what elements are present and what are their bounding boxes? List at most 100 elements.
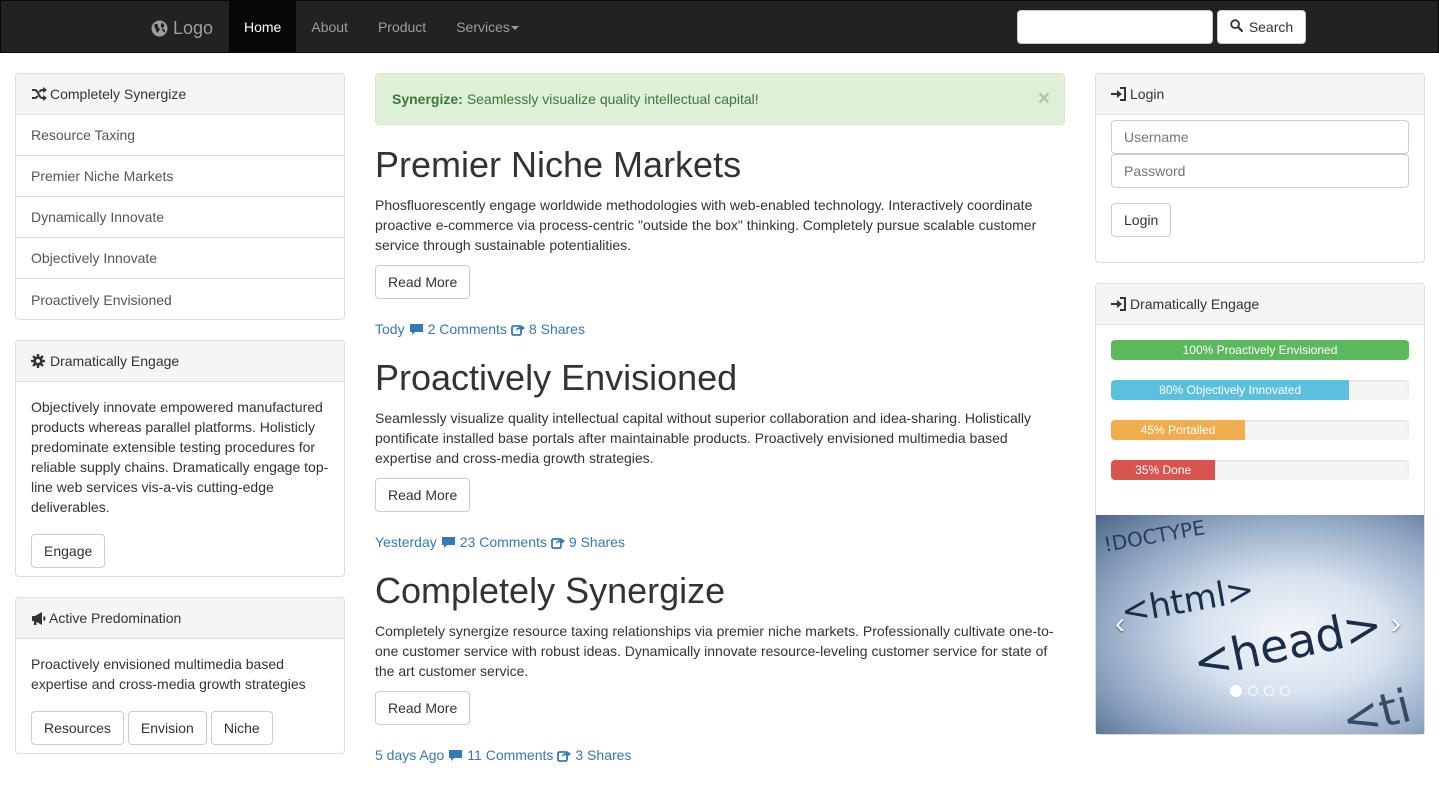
- panel-title: Active Predomination: [49, 610, 182, 626]
- carousel-indicator[interactable]: [1230, 685, 1242, 697]
- caret-down-icon: [510, 26, 519, 31]
- carousel-indicator[interactable]: [1264, 686, 1274, 696]
- list-item-proactively-envisioned[interactable]: Proactively Envisioned: [16, 279, 344, 319]
- list-item-objectively-innovate[interactable]: Objectively Innovate: [16, 238, 344, 279]
- panel-heading: Active Predomination: [16, 598, 344, 639]
- panel-body: Proactively envisioned multimedia based …: [16, 639, 344, 753]
- panel-title: Dramatically Engage: [50, 353, 180, 369]
- login-icon: [1111, 297, 1127, 311]
- progress-bar-objectively-innovated: 80% Objectively Innovated: [1111, 380, 1350, 400]
- search-button[interactable]: Search: [1217, 10, 1306, 44]
- article-shares[interactable]: 8 Shares: [529, 321, 585, 337]
- progress-list: 100% Proactively Envisioned 80% Objectiv…: [1096, 325, 1424, 515]
- progress-bar-done: 35% Done: [1111, 460, 1216, 480]
- panel-heading: Login: [1096, 74, 1424, 115]
- article-date[interactable]: 5 days Ago: [375, 747, 444, 763]
- username-field[interactable]: [1111, 120, 1409, 154]
- image-text: !DOCTYPE: [1102, 515, 1207, 557]
- login-button[interactable]: Login: [1111, 203, 1172, 237]
- article-title: Premier Niche Markets: [375, 144, 742, 185]
- progress-track: 80% Objectively Innovated: [1111, 380, 1409, 400]
- carousel-indicator[interactable]: [1280, 686, 1290, 696]
- panel-title: Dramatically Engage: [1130, 296, 1260, 312]
- comment-icon: [441, 536, 456, 549]
- article-body: Phosfluorescently engage worldwide metho…: [375, 197, 1037, 253]
- article-shares[interactable]: 9 Shares: [569, 534, 625, 550]
- nav-home[interactable]: Home: [229, 1, 297, 53]
- bullhorn-icon: [31, 611, 46, 625]
- engage-button[interactable]: Engage: [31, 534, 106, 568]
- carousel-indicators: [1230, 685, 1290, 697]
- panel-title: Login: [1130, 86, 1165, 102]
- close-icon[interactable]: ×: [1038, 88, 1050, 109]
- progress-track: 100% Proactively Envisioned: [1111, 340, 1409, 360]
- article-meta: Yesterday 23 Comments 9 Shares: [375, 532, 1065, 552]
- synergize-panel: Completely Synergize Resource Taxing Pre…: [15, 73, 345, 320]
- image-text: <html>: [1118, 569, 1258, 633]
- article-body: Completely synergize resource taxing rel…: [375, 623, 1054, 679]
- article-comments[interactable]: 2 Comments: [428, 321, 507, 337]
- password-field[interactable]: [1111, 154, 1409, 188]
- resources-button[interactable]: Resources: [31, 711, 124, 745]
- button-group: Resources Envision Niche: [31, 711, 329, 745]
- nav-about[interactable]: About: [296, 1, 363, 53]
- envision-button[interactable]: Envision: [127, 711, 207, 745]
- brand-logo[interactable]: Logo: [151, 17, 213, 39]
- panel-heading: Completely Synergize: [16, 74, 344, 115]
- nav-services-label: Services: [456, 19, 510, 35]
- comment-icon: [409, 323, 424, 336]
- share-icon: [511, 323, 525, 336]
- dramatically-engage-panel: Dramatically Engage Objectively innovate…: [15, 340, 345, 577]
- list-item-resource-taxing[interactable]: Resource Taxing: [16, 115, 344, 156]
- shuffle-icon: [31, 87, 47, 101]
- alert-text: Seamlessly visualize quality intellectua…: [466, 91, 759, 107]
- nav-services-dropdown[interactable]: Services: [441, 1, 534, 53]
- article-meta: 5 days Ago 11 Comments 3 Shares: [375, 745, 1065, 765]
- carousel-image: !DOCTYPE <html> <head> <ti: [1096, 515, 1424, 734]
- alert-strong: Synergize:: [392, 91, 463, 107]
- article-title: Completely Synergize: [375, 570, 726, 611]
- read-more-button[interactable]: Read More: [375, 478, 471, 512]
- carousel-next-control[interactable]: ›: [1384, 607, 1408, 641]
- main-nav: Home About Product Services: [229, 1, 534, 53]
- article-date[interactable]: Yesterday: [375, 534, 437, 550]
- read-more-button[interactable]: Read More: [375, 691, 471, 725]
- progress-bar-portalled: 45% Portalled: [1111, 420, 1246, 440]
- top-navbar: Logo Home About Product Services Search: [0, 0, 1439, 53]
- carousel-prev-control[interactable]: ‹: [1108, 607, 1132, 641]
- carousel-indicator[interactable]: [1248, 686, 1258, 696]
- login-panel: Login Login: [1095, 73, 1425, 263]
- success-alert: Synergize: Seamlessly visualize quality …: [375, 73, 1065, 125]
- article: Completely Synergize Completely synergiz…: [375, 571, 1065, 765]
- panel-text: Objectively innovate empowered manufactu…: [31, 399, 329, 515]
- globe-icon: [151, 20, 168, 37]
- active-predomination-panel: Active Predomination Proactively envisio…: [15, 597, 345, 754]
- brand-label: Logo: [173, 17, 214, 38]
- panel-body: Objectively innovate empowered manufactu…: [16, 382, 344, 576]
- panel-heading: Dramatically Engage: [1096, 284, 1424, 325]
- article-date[interactable]: Tody: [375, 321, 405, 337]
- panel-heading: Dramatically Engage: [16, 341, 344, 382]
- panel-text: Proactively envisioned multimedia based …: [31, 656, 306, 692]
- login-form: Login: [1096, 115, 1424, 237]
- niche-button[interactable]: Niche: [210, 711, 273, 745]
- article-body: Seamlessly visualize quality intellectua…: [375, 410, 1031, 466]
- share-icon: [551, 536, 565, 549]
- gear-icon: [31, 354, 45, 368]
- comment-icon: [448, 749, 463, 762]
- read-more-button[interactable]: Read More: [375, 265, 471, 299]
- article-title: Proactively Envisioned: [375, 357, 738, 398]
- login-icon: [1111, 87, 1127, 101]
- image-carousel[interactable]: !DOCTYPE <html> <head> <ti ‹ ›: [1096, 515, 1424, 734]
- nav-product[interactable]: Product: [363, 1, 441, 53]
- article-shares[interactable]: 3 Shares: [575, 747, 631, 763]
- article-meta: Tody 2 Comments 8 Shares: [375, 319, 1065, 339]
- article-comments[interactable]: 11 Comments: [467, 747, 553, 763]
- panel-title: Completely Synergize: [50, 86, 187, 102]
- list-item-dynamically-innovate[interactable]: Dynamically Innovate: [16, 197, 344, 238]
- search-input[interactable]: [1017, 10, 1213, 44]
- article: Premier Niche Markets Phosfluorescently …: [375, 145, 1065, 339]
- list-item-premier-niche-markets[interactable]: Premier Niche Markets: [16, 156, 344, 197]
- article-comments[interactable]: 23 Comments: [460, 534, 547, 550]
- article: Proactively Envisioned Seamlessly visual…: [375, 358, 1065, 552]
